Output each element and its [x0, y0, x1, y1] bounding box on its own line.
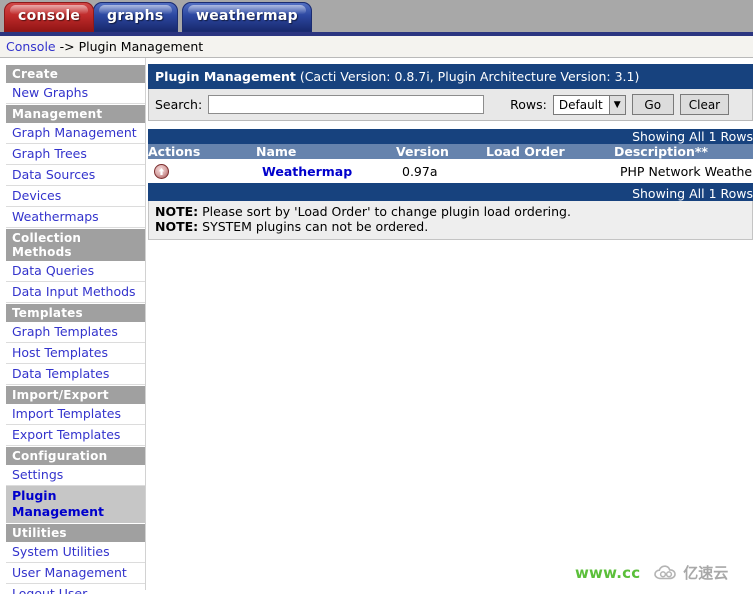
panel-title-bar: Plugin Management (Cacti Version: 0.8.7i… [148, 64, 753, 89]
tab-graphs[interactable]: graphs [93, 2, 178, 32]
page-body: Create New Graphs Management Graph Manag… [0, 58, 753, 594]
row-actions-cell [148, 159, 256, 186]
sidebar-header-utilities: Utilities [6, 523, 145, 542]
sidebar-item-graph-templates[interactable]: Graph Templates [6, 322, 145, 343]
sidebar-navigation: Create New Graphs Management Graph Manag… [0, 58, 146, 594]
sidebar-header-configuration: Configuration [6, 446, 145, 465]
sidebar-item-data-templates[interactable]: Data Templates [6, 364, 145, 385]
sidebar-item-host-templates[interactable]: Host Templates [6, 343, 145, 364]
sidebar-header-collection-methods: Collection Methods [6, 228, 145, 261]
note-prefix-1: NOTE: [155, 204, 199, 219]
tab-graphs-label: graphs [107, 8, 164, 24]
note-prefix-2: NOTE: [155, 219, 199, 234]
showing-rows-top: Showing All 1 Rows [148, 129, 753, 144]
table-header-row: Actions Name Version Load Order Descript… [148, 144, 753, 159]
column-header-version[interactable]: Version [396, 144, 486, 159]
breadcrumb-link-console[interactable]: Console [6, 39, 56, 54]
tab-console-label: console [18, 8, 81, 24]
rows-label: Rows: [510, 97, 547, 112]
note-text-1: Please sort by 'Load Order' to change pl… [198, 204, 571, 219]
go-button[interactable]: Go [631, 94, 674, 115]
sidebar-item-new-graphs[interactable]: New Graphs [6, 83, 145, 104]
sidebar-item-devices[interactable]: Devices [6, 186, 145, 207]
sidebar-item-plugin-management[interactable]: Plugin Management [6, 486, 145, 523]
search-label: Search: [155, 97, 203, 112]
tab-weathermap-label: weathermap [196, 8, 298, 24]
breadcrumb-separator: -> [55, 39, 79, 54]
search-toolbar: Search: Rows: Default ▼ Go Clear [148, 89, 753, 121]
install-arrow-icon[interactable] [154, 164, 169, 179]
main-tab-bar: console graphs weathermap [0, 0, 753, 36]
row-load-order-cell [486, 159, 614, 186]
rows-select[interactable]: Default ▼ [552, 94, 626, 115]
row-description-cell: PHP Network Weathermap [614, 159, 753, 186]
breadcrumb: Console -> Plugin Management [0, 36, 753, 58]
table-showing-top-row: Showing All 1 Rows [148, 129, 753, 144]
sidebar-item-graph-trees[interactable]: Graph Trees [6, 144, 145, 165]
row-version-cell: 0.97a [396, 159, 486, 186]
sidebar-item-settings[interactable]: Settings [6, 465, 145, 486]
chevron-down-icon: ▼ [608, 95, 625, 114]
clear-button[interactable]: Clear [679, 94, 730, 115]
sidebar-item-export-templates[interactable]: Export Templates [6, 425, 145, 446]
tab-console[interactable]: console [4, 2, 95, 32]
sidebar-item-data-input-methods[interactable]: Data Input Methods [6, 282, 145, 303]
plugins-table: Showing All 1 Rows Actions Name Version … [148, 129, 753, 201]
column-header-description[interactable]: Description** [614, 144, 753, 159]
sidebar-item-graph-management[interactable]: Graph Management [6, 123, 145, 144]
sidebar-item-data-sources[interactable]: Data Sources [6, 165, 145, 186]
column-header-name[interactable]: Name [256, 144, 396, 159]
breadcrumb-current: Plugin Management [78, 39, 204, 54]
note-text-2: SYSTEM plugins can not be ordered. [198, 219, 429, 234]
sidebar-header-import-export: Import/Export [6, 385, 145, 404]
panel-version-text: (Cacti Version: 0.8.7i, Plugin Architect… [295, 69, 640, 84]
sidebar-item-logout-user[interactable]: Logout User [6, 584, 145, 594]
notes-panel: NOTE: Please sort by 'Load Order' to cha… [148, 201, 753, 240]
sidebar-item-import-templates[interactable]: Import Templates [6, 404, 145, 425]
sidebar-item-weathermaps[interactable]: Weathermaps [6, 207, 145, 228]
column-header-load-order[interactable]: Load Order [486, 144, 614, 159]
table-showing-bottom-row: Showing All 1 Rows [148, 184, 753, 201]
tab-weathermap[interactable]: weathermap [182, 2, 312, 32]
sidebar-header-management: Management [6, 104, 145, 123]
plugin-management-panel: Plugin Management (Cacti Version: 0.8.7i… [148, 64, 753, 121]
column-header-actions[interactable]: Actions [148, 144, 256, 159]
rows-select-value: Default [558, 97, 603, 112]
note-system-plugins: NOTE: SYSTEM plugins can not be ordered. [155, 219, 746, 234]
main-content: Plugin Management (Cacti Version: 0.8.7i… [146, 58, 753, 590]
sidebar-item-system-utilities[interactable]: System Utilities [6, 542, 145, 563]
row-name-cell: Weathermap [256, 159, 396, 186]
panel-title-text: Plugin Management [155, 69, 296, 84]
panel-spacer [148, 121, 753, 129]
search-input[interactable] [208, 95, 485, 114]
plugin-name-link[interactable]: Weathermap [262, 164, 352, 179]
sidebar-item-data-queries[interactable]: Data Queries [6, 261, 145, 282]
showing-rows-bottom: Showing All 1 Rows [148, 184, 753, 201]
sidebar-item-user-management[interactable]: User Management [6, 563, 145, 584]
note-load-order: NOTE: Please sort by 'Load Order' to cha… [155, 204, 746, 219]
sidebar-header-create: Create [6, 64, 145, 83]
table-row: Weathermap 0.97a PHP Network Weathermap [148, 159, 753, 186]
sidebar-header-templates: Templates [6, 303, 145, 322]
